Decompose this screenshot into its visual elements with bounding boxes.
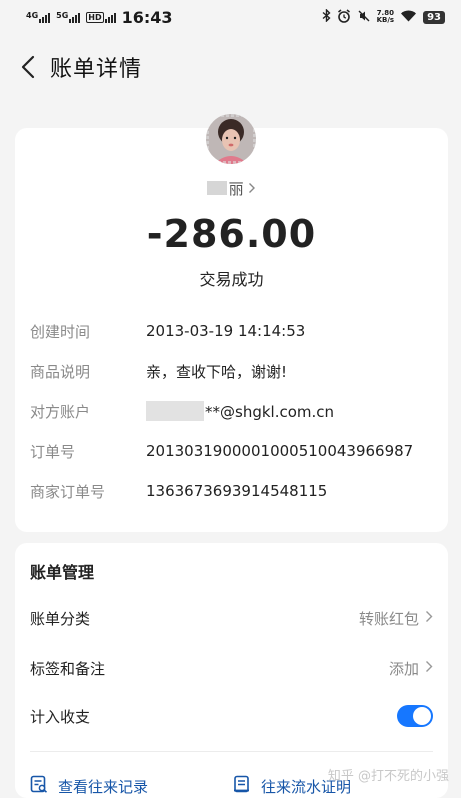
network-type-label: 4G (26, 10, 39, 20)
detail-value: 2013031900001000510043966987 (146, 442, 414, 460)
chevron-right-icon (425, 609, 433, 627)
detail-value: **@shgkl.com.cn (146, 401, 334, 421)
signal-5g: 5G (56, 10, 81, 23)
payee-name[interactable]: 丽 (15, 178, 448, 199)
bluetooth-icon (322, 8, 331, 25)
page-title: 账单详情 (50, 57, 143, 82)
alarm-icon (337, 8, 351, 26)
clock: 16:43 (121, 7, 173, 27)
trade-status: 交易成功 (199, 270, 264, 289)
link-label: 查看往来记录 (58, 777, 149, 796)
row-value: 转账红包 (358, 609, 419, 628)
bill-detail-card: 丽 -286.00 交易成功 创建时间 2013-03-19 14:14:53 … (15, 114, 448, 532)
bill-category-row[interactable]: 账单分类 转账红包 (30, 603, 433, 633)
detail-row-description: 商品说明 亲，查收下哈，谢谢! (30, 359, 433, 383)
row-label: 标签和备注 (30, 659, 106, 678)
battery-indicator: 93 (423, 10, 445, 24)
signal-bars-icon (104, 12, 116, 23)
signal-bars-icon (69, 12, 81, 23)
mute-icon (357, 9, 371, 26)
tags-notes-row[interactable]: 标签和备注 添加 (30, 653, 433, 683)
bill-manage-card: 账单管理 账单分类 转账红包 标签和备注 添加 计入收支 查看往来记录 往来流水… (15, 543, 448, 798)
detail-row-merchant-order-no: 商家订单号 1363673693914548115 (30, 479, 433, 503)
detail-value: 亲，查收下哈，谢谢! (146, 362, 288, 381)
section-title: 账单管理 (30, 563, 95, 582)
account-redaction (146, 401, 204, 421)
row-label: 计入收支 (30, 707, 91, 726)
detail-row-create-time: 创建时间 2013-03-19 14:14:53 (30, 319, 433, 343)
detail-label: 商品说明 (30, 362, 91, 381)
chevron-right-icon (425, 659, 433, 677)
hd-badge: HD (86, 11, 104, 23)
bill-amount: -286.00 (146, 212, 317, 256)
row-label: 账单分类 (30, 609, 91, 628)
view-records-link[interactable]: 查看往来记录 (30, 775, 148, 797)
payee-name-text: 丽 (228, 180, 244, 198)
detail-value: 1363673693914548115 (146, 482, 328, 500)
detail-label: 订单号 (30, 442, 76, 461)
signal-4g: 4G (26, 10, 51, 23)
signal-bars-icon (39, 12, 51, 23)
chevron-right-icon (248, 180, 256, 198)
account-text: **@shgkl.com.cn (205, 403, 335, 421)
count-in-income-toggle[interactable] (397, 705, 433, 727)
records-icon (30, 775, 48, 797)
detail-label: 对方账户 (30, 402, 91, 421)
detail-row-order-no: 订单号 2013031900001000510043966987 (30, 439, 433, 463)
count-in-income-row: 计入收支 (30, 701, 433, 731)
document-icon (233, 775, 251, 797)
detail-value: 2013-03-19 14:14:53 (146, 322, 306, 340)
status-bar: 4G 5G HD 16:43 7.80 KB/s 93 (0, 0, 461, 34)
detail-row-counterparty: 对方账户 **@shgkl.com.cn (30, 399, 433, 423)
toggle-knob (413, 707, 431, 725)
detail-label: 创建时间 (30, 322, 91, 341)
row-value: 添加 (388, 659, 419, 678)
back-arrow-icon[interactable] (10, 47, 46, 87)
nav-bar: 账单详情 (0, 44, 461, 90)
name-redaction (206, 181, 227, 195)
detail-label: 商家订单号 (30, 482, 106, 501)
network-speed: 7.80 KB/s (376, 9, 395, 24)
network-type-label: 5G (56, 10, 69, 20)
watermark: 知乎 @打不死的小强 (327, 769, 449, 784)
divider (30, 751, 433, 752)
wifi-icon (400, 10, 417, 25)
avatar[interactable] (206, 114, 256, 164)
